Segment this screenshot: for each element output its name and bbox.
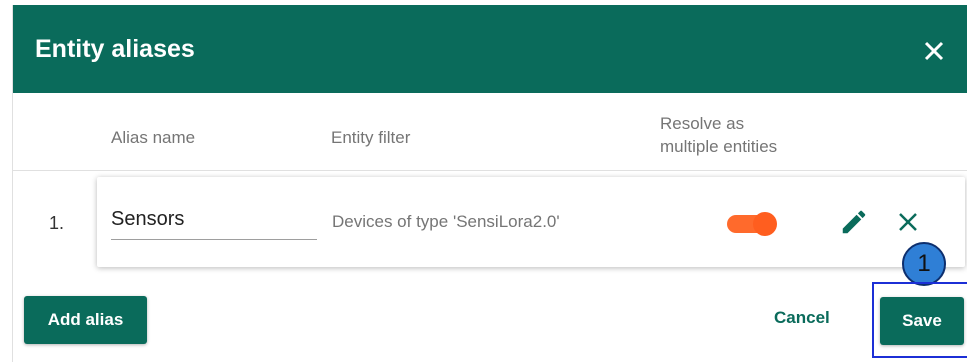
pencil-icon[interactable] (839, 207, 869, 237)
dialog-header: Entity aliases (13, 5, 967, 93)
step-callout-badge: 1 (902, 242, 946, 286)
remove-alias-icon[interactable] (893, 207, 923, 237)
header-divider (13, 170, 967, 171)
resolve-multiple-toggle[interactable] (727, 212, 777, 236)
alias-row-index: 1. (49, 213, 65, 233)
column-header-resolve-line1: Resolve as (660, 114, 745, 133)
cancel-button[interactable]: Cancel (774, 308, 830, 328)
dialog-title: Entity aliases (35, 35, 195, 63)
close-icon[interactable] (916, 33, 952, 69)
toggle-knob (753, 212, 777, 236)
column-header-entity-filter: Entity filter (331, 128, 411, 147)
entity-aliases-dialog: Entity aliases Alias name Entity filter … (12, 5, 967, 362)
alias-row: Sensors Devices of type 'SensiLora2.0' (97, 177, 965, 267)
column-header-resolve-line2: multiple entities (660, 137, 778, 156)
add-alias-button[interactable]: Add alias (24, 296, 147, 344)
column-header-alias-name: Alias name (111, 128, 196, 147)
save-button[interactable]: Save (880, 297, 964, 345)
alias-name-input[interactable]: Sensors (111, 199, 317, 240)
entity-filter-text[interactable]: Devices of type 'SensiLora2.0' (332, 212, 560, 232)
